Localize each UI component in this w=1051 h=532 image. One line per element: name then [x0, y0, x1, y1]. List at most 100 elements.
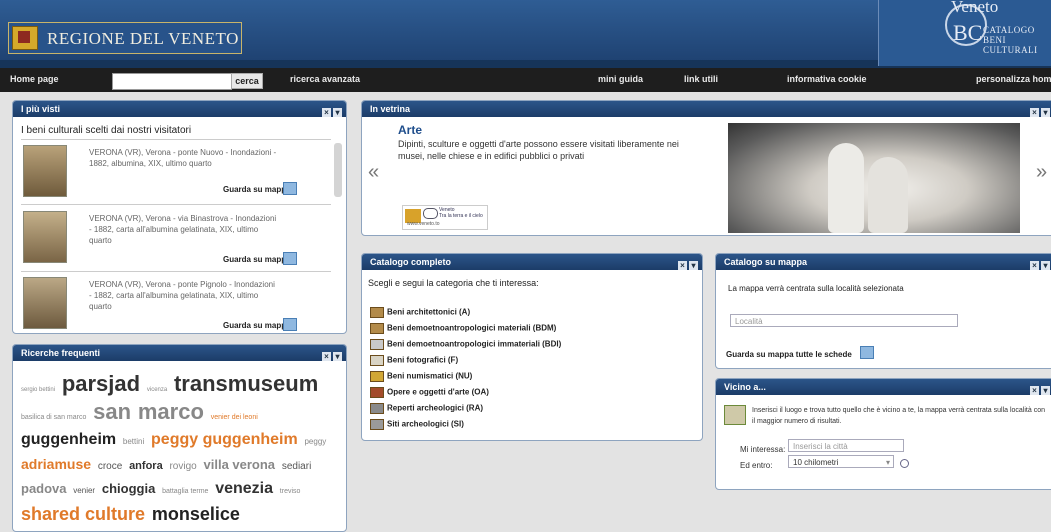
search-tag[interactable]: venezia — [215, 480, 273, 497]
collapse-icon[interactable]: ▾ — [1041, 261, 1050, 270]
search-icon[interactable] — [900, 459, 909, 468]
category-material-heritage[interactable]: Beni demoetnoantropologici materiali (BD… — [370, 323, 556, 334]
view-all-on-map-link[interactable]: Guarda su mappa tutte le schede — [726, 350, 852, 359]
search-tag[interactable]: adriamuse — [21, 456, 91, 472]
search-tag[interactable]: anfora — [129, 460, 163, 472]
painting-icon — [370, 387, 384, 398]
catalog-brand-logo[interactable]: Veneto BC CATALOGO BENI CULTURALI — [878, 0, 1051, 66]
search-tag[interactable]: sediari — [282, 461, 311, 472]
most-viewed-panel: I più visti × ▾ I beni culturali scelti d… — [12, 100, 347, 334]
search-tag[interactable]: transmuseum — [174, 371, 318, 396]
nav-mini-guide[interactable]: mini guida — [598, 74, 643, 84]
close-icon[interactable]: × — [1030, 386, 1039, 395]
distance-select[interactable]: 10 chilometri ▾ — [788, 455, 894, 468]
close-icon[interactable]: × — [678, 261, 687, 270]
map-icon[interactable] — [860, 346, 874, 359]
map-catalog-panel: Catalogo su mappa × ▾ La mappa verrà cent… — [715, 253, 1051, 369]
next-arrow-icon[interactable]: » — [1036, 161, 1047, 184]
catalog-subtitle: Scegli e segui la categoria che ti inter… — [368, 278, 539, 288]
category-archaeological-finds[interactable]: Reperti archeologici (RA) — [370, 403, 483, 414]
search-tag[interactable]: croce — [98, 461, 122, 472]
category-architecture[interactable]: Beni architettonici (A) — [370, 307, 470, 318]
search-tag[interactable]: shared culture — [21, 504, 145, 524]
regione-logo[interactable]: REGIONE DEL VENETO — [8, 22, 242, 54]
search-tag[interactable]: san — [93, 399, 131, 424]
veneto-badge[interactable]: Veneto Tra la terra e il cielo www.venet… — [402, 205, 488, 230]
search-tag[interactable]: battaglia terme — [162, 488, 208, 495]
search-tag[interactable]: rovigo — [169, 461, 196, 472]
category-photographic[interactable]: Beni fotografici (F) — [370, 355, 458, 366]
showcase-heading[interactable]: Arte — [398, 123, 422, 137]
item-description[interactable]: VERONA (VR), Verona - ponte Nuovo - Inon… — [89, 147, 279, 169]
nav-home[interactable]: Home page — [10, 74, 59, 84]
trowel-icon — [370, 403, 384, 414]
prev-arrow-icon[interactable]: « — [368, 161, 379, 184]
sculpture-figure — [868, 157, 908, 233]
category-numismatic[interactable]: Beni numismatici (NU) — [370, 371, 472, 382]
search-tag[interactable]: treviso — [280, 488, 301, 495]
view-on-map-link[interactable]: Guarda su mappa — [223, 255, 291, 264]
search-tag[interactable]: sergio bettini — [21, 387, 55, 393]
search-tag[interactable]: vicenza — [147, 387, 167, 393]
search-tag[interactable]: parsjad — [62, 371, 140, 396]
item-description[interactable]: VERONA (VR), Verona - via Binastrova - I… — [89, 213, 279, 246]
photo-icon — [370, 355, 384, 366]
search-button[interactable]: cerca — [231, 73, 263, 89]
collapse-icon[interactable]: ▾ — [333, 352, 342, 361]
chevron-down-icon: ▾ — [885, 458, 890, 467]
close-icon[interactable]: × — [322, 108, 331, 117]
close-icon[interactable]: × — [1030, 108, 1039, 117]
showcase-image[interactable] — [728, 123, 1020, 233]
lion-emblem-icon — [12, 26, 38, 50]
collapse-icon[interactable]: ▾ — [1041, 108, 1050, 117]
nav-advanced-search[interactable]: ricerca avanzata — [290, 74, 360, 84]
search-tag[interactable]: peggy guggenheim — [151, 431, 298, 448]
item-thumbnail[interactable] — [23, 145, 67, 197]
search-tag[interactable]: marco — [138, 399, 204, 424]
panel-header: I più visti × ▾ — [13, 101, 346, 117]
panel-header: Ricerche frequenti × ▾ — [13, 345, 346, 361]
collapse-icon[interactable]: ▾ — [1041, 386, 1050, 395]
view-on-map-link[interactable]: Guarda su mappa — [223, 321, 291, 330]
nav-useful-links[interactable]: link utili — [684, 74, 718, 84]
category-immaterial-heritage[interactable]: Beni demoetnoantropologici immateriali (… — [370, 339, 561, 350]
search-input[interactable] — [112, 73, 232, 90]
collapse-icon[interactable]: ▾ — [689, 261, 698, 270]
search-tag[interactable]: bettini — [123, 437, 144, 446]
search-tag[interactable]: basilica di san marco — [21, 414, 86, 421]
item-thumbnail[interactable] — [23, 211, 67, 263]
close-icon[interactable]: × — [1030, 261, 1039, 270]
close-icon[interactable]: × — [322, 352, 331, 361]
collapse-icon[interactable]: ▾ — [333, 108, 342, 117]
city-input[interactable]: Inserisci la città — [788, 439, 904, 452]
search-tag[interactable]: monselice — [152, 504, 240, 524]
category-archaeological-sites[interactable]: Siti archeologici (SI) — [370, 419, 464, 430]
scrollbar[interactable] — [334, 143, 342, 197]
nav-cookie-info[interactable]: informativa cookie — [787, 74, 867, 84]
search-tag[interactable]: chioggia — [102, 481, 155, 496]
search-tag[interactable]: venier — [73, 486, 95, 495]
search-tag[interactable]: guggenheim — [21, 431, 116, 448]
item-description[interactable]: VERONA (VR), Verona - ponte Pignolo - In… — [89, 279, 279, 312]
map-icon[interactable] — [283, 252, 297, 265]
people-icon — [370, 339, 384, 350]
map-icon[interactable] — [283, 318, 297, 331]
brand-subtitle: CATALOGO BENI CULTURALI — [983, 25, 1038, 55]
search-tag[interactable]: padova — [21, 481, 67, 496]
brand-name: Veneto — [951, 0, 999, 16]
sculpture-figure — [828, 143, 864, 233]
item-thumbnail[interactable] — [23, 277, 67, 329]
search-tag[interactable]: venier dei leoni — [211, 414, 258, 421]
nav-customize-home[interactable]: personalizza home — [976, 74, 1051, 84]
view-on-map-link[interactable]: Guarda su mappa — [223, 185, 291, 194]
location-input[interactable]: Località — [730, 314, 958, 327]
panel-subtitle: I beni culturali scelti dai nostri visit… — [21, 125, 192, 136]
showcase-description: Dipinti, sculture e oggetti d'arte posso… — [398, 139, 679, 161]
panel-header: Catalogo su mappa × ▾ — [716, 254, 1051, 270]
search-tag[interactable]: villa verona — [204, 457, 276, 472]
brand-bc-mark: BC — [953, 20, 983, 45]
category-artworks[interactable]: Opere e oggetti d'arte (OA) — [370, 387, 489, 398]
search-tag[interactable]: peggy — [304, 437, 326, 446]
catalog-panel: Catalogo completo × ▾ Scegli e segui la c… — [361, 253, 703, 441]
map-icon[interactable] — [283, 182, 297, 195]
